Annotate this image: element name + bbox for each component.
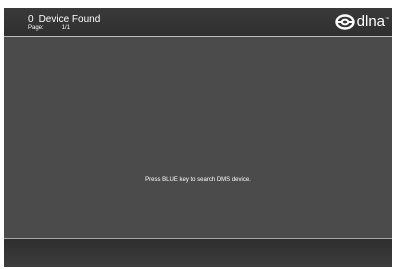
device-count: 0 [28, 14, 34, 25]
header-bar: 0 Device Found Page: 1/1 dlna ™ [4, 8, 392, 36]
dlna-logo-icon [334, 14, 355, 30]
dlna-device-browser-screen: 0 Device Found Page: 1/1 dlna ™ Press BLUE… [4, 8, 392, 267]
page-title: 0 Device Found [28, 14, 100, 25]
search-hint-message: Press BLUE key to search DMS device. [145, 177, 251, 183]
dlna-logo: dlna ™ [334, 13, 389, 30]
device-list-area: Press BLUE key to search DMS device. [4, 37, 392, 238]
page-value: 1/1 [61, 25, 71, 31]
dlna-logo-text: dlna [356, 13, 385, 30]
page-label: Page: [28, 25, 44, 31]
footer-bar [4, 239, 392, 267]
trademark-mark: ™ [385, 16, 389, 21]
device-found-label: Device Found [38, 14, 101, 25]
page-indicator: Page: 1/1 [28, 25, 70, 32]
